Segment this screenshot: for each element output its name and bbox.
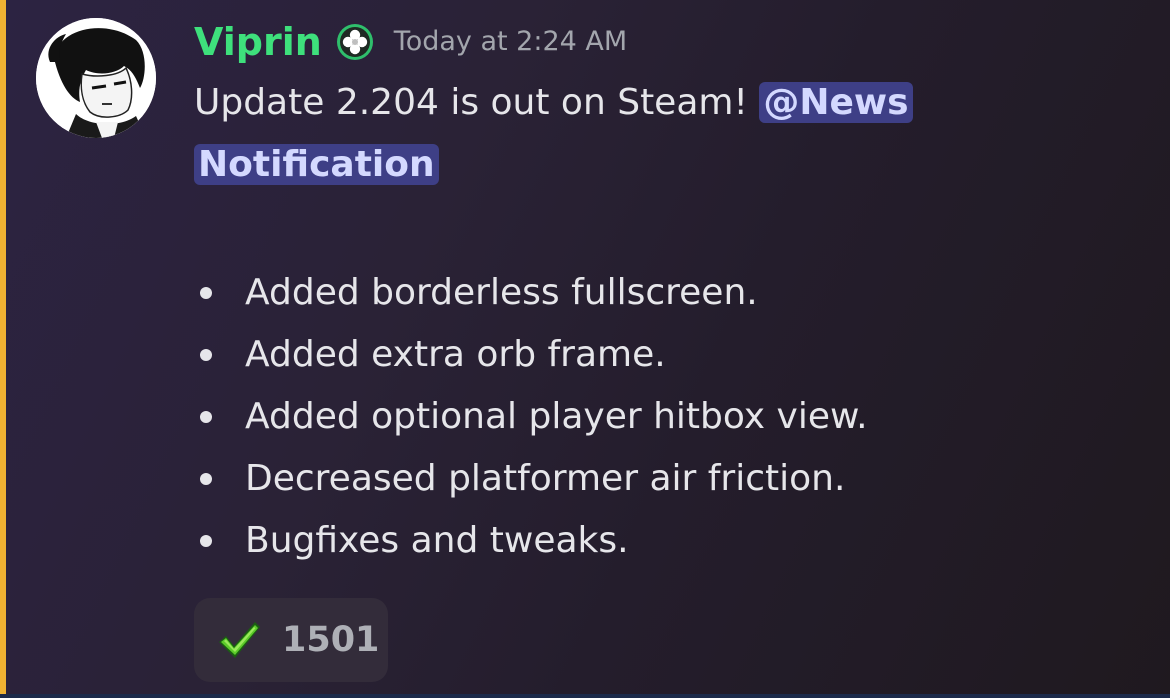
changelog-list: Added borderless fullscreen. Added extra… xyxy=(194,262,868,572)
author-name[interactable]: Viprin xyxy=(194,14,322,70)
message-text: Update 2.204 is out on Steam! xyxy=(194,82,760,123)
reaction-count: 1501 xyxy=(282,620,380,660)
divider xyxy=(0,694,1170,698)
message-header: Viprin Today at 2:24 AM xyxy=(194,14,627,70)
reaction-button[interactable]: 1501 xyxy=(194,598,388,682)
avatar[interactable] xyxy=(36,18,156,138)
list-item: Decreased platformer air friction. xyxy=(194,448,868,510)
list-item: Added borderless fullscreen. xyxy=(194,262,868,324)
clover-role-icon[interactable] xyxy=(336,23,374,61)
list-item: Bugfixes and tweaks. xyxy=(194,510,868,572)
list-item: Added extra orb frame. xyxy=(194,324,868,386)
list-item: Added optional player hitbox view. xyxy=(194,386,868,448)
mention-highlight-bar xyxy=(0,0,6,698)
avatar-image xyxy=(36,18,156,138)
message-content: Update 2.204 is out on Steam! @News Noti… xyxy=(194,72,1144,196)
check-mark-icon xyxy=(219,622,260,658)
message-timestamp: Today at 2:24 AM xyxy=(393,26,628,57)
